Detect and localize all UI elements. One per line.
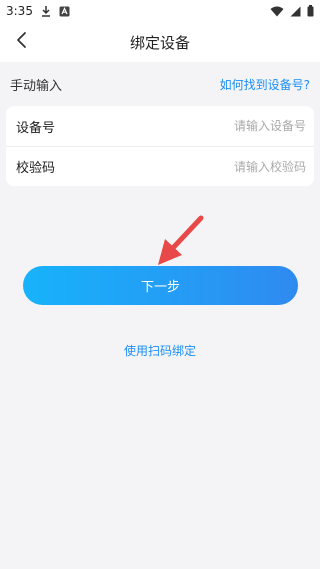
device-id-row: 设备号 — [6, 106, 314, 146]
download-icon — [41, 5, 51, 17]
page-title: 绑定设备 — [129, 33, 190, 52]
status-right — [270, 5, 314, 17]
section-title: 手动输入 — [10, 78, 63, 94]
status-time: 3:35 — [6, 4, 33, 18]
verify-code-row: 校验码 — [6, 146, 314, 186]
form-card: 设备号 校验码 — [6, 106, 314, 186]
manual-input-header: 手动输入 如何找到设备号? — [10, 72, 310, 96]
back-button[interactable] — [8, 28, 36, 56]
status-bar: 3:35 — [0, 0, 320, 22]
wifi-icon — [270, 6, 284, 17]
next-step-button[interactable]: 下一步 — [23, 266, 298, 305]
nav-bar: 绑定设备 — [0, 22, 320, 62]
find-device-id-link[interactable]: 如何找到设备号? — [220, 76, 310, 93]
battery-icon — [307, 5, 314, 17]
scan-bind-link[interactable]: 使用扫码绑定 — [0, 342, 320, 359]
status-left: 3:35 — [6, 4, 70, 18]
a-notification-icon — [59, 6, 70, 17]
signal-icon — [290, 6, 301, 17]
verify-code-label: 校验码 — [16, 161, 56, 176]
device-id-label: 设备号 — [16, 120, 56, 136]
chevron-left-icon — [15, 31, 29, 53]
device-id-input[interactable] — [154, 118, 308, 134]
verify-code-input[interactable] — [154, 158, 308, 175]
